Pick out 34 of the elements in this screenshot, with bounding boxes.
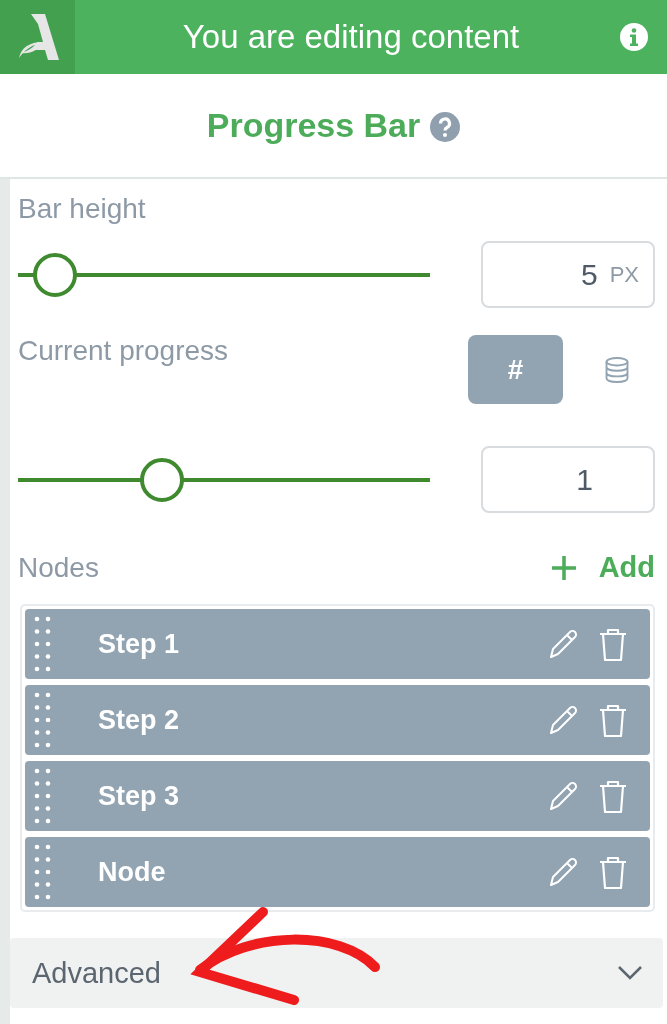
field-value: 5 — [580, 257, 598, 292]
node-label: Step 1 — [98, 628, 181, 660]
edit-icon[interactable] — [548, 703, 580, 736]
help-icon[interactable] — [430, 111, 461, 142]
field-value: 1 — [576, 462, 593, 497]
trash-icon[interactable] — [598, 779, 628, 813]
add-button[interactable]: Add — [550, 551, 655, 584]
edit-icon[interactable] — [548, 627, 580, 660]
app-logo[interactable] — [0, 0, 75, 74]
chevron-down-icon — [617, 965, 643, 981]
node-label: Step 2 — [98, 704, 181, 736]
edit-icon[interactable] — [548, 855, 580, 888]
widget-title: Progress Bar — [206, 106, 421, 145]
setting-label: Current progress — [18, 335, 229, 367]
drag-handle-icon[interactable] — [34, 767, 52, 825]
header-title: You are editing content — [181, 18, 521, 56]
trash-icon[interactable] — [598, 703, 628, 737]
section-label: Nodes — [18, 551, 99, 584]
drag-handle-icon[interactable] — [34, 615, 52, 673]
drag-handle-icon[interactable] — [34, 843, 52, 901]
section-title: Advanced — [32, 956, 161, 990]
drag-handle-icon[interactable] — [34, 691, 52, 749]
number-field[interactable]: 1 — [481, 446, 655, 513]
setting-label: Bar height — [18, 192, 147, 225]
edit-icon[interactable] — [548, 779, 580, 812]
trash-icon[interactable] — [598, 627, 628, 661]
info-icon[interactable] — [619, 22, 649, 52]
trash-icon[interactable] — [598, 855, 628, 889]
plus-icon — [550, 554, 577, 581]
node-label: Step 3 — [98, 780, 181, 812]
unit-label: PX — [609, 261, 639, 288]
advanced-section[interactable]: Advanced — [10, 938, 663, 1008]
number-field[interactable]: 5 PX — [481, 241, 655, 308]
node-label: Node — [98, 856, 167, 888]
